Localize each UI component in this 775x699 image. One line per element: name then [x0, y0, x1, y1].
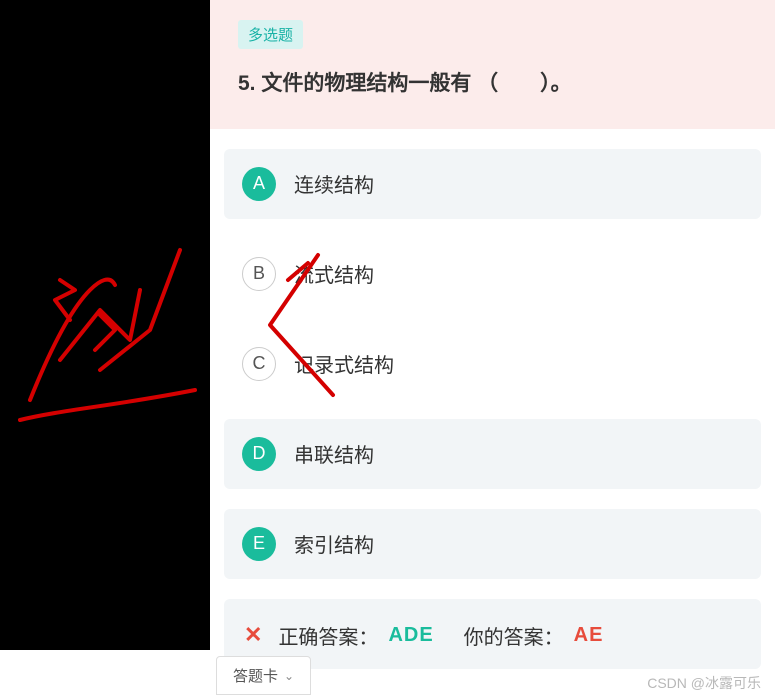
- option-e-badge: E: [242, 527, 276, 561]
- option-c-text: 记录式结构: [294, 349, 394, 378]
- options-list: A 连续结构 B 流式结构 C 记录式结构 D 串联结构 E 索引结构: [210, 129, 775, 579]
- option-a-badge: A: [242, 167, 276, 201]
- option-d[interactable]: D 串联结构: [224, 419, 761, 489]
- option-b[interactable]: B 流式结构: [224, 239, 761, 309]
- chevron-down-icon: ⌄: [284, 669, 294, 683]
- option-c[interactable]: C 记录式结构: [224, 329, 761, 399]
- your-answer-label: 你的答案：: [464, 621, 564, 650]
- option-a-text: 连续结构: [294, 169, 374, 198]
- left-black-area: [0, 0, 210, 650]
- question-header: 多选题 5. 文件的物理结构一般有 （ ）。: [210, 0, 775, 129]
- correct-answer-value: ADE: [388, 624, 433, 647]
- option-d-text: 串联结构: [294, 439, 374, 468]
- your-answer-value: AE: [574, 624, 604, 647]
- option-b-badge: B: [242, 257, 276, 291]
- question-panel: 多选题 5. 文件的物理结构一般有 （ ）。 A 连续结构 B 流式结构 C 记…: [210, 0, 775, 699]
- option-d-badge: D: [242, 437, 276, 471]
- answer-card-button[interactable]: 答题卡 ⌄: [216, 656, 311, 695]
- option-e-text: 索引结构: [294, 529, 374, 558]
- option-a[interactable]: A 连续结构: [224, 149, 761, 219]
- correct-answer-label: 正确答案：: [278, 621, 378, 650]
- watermark-text: CSDN @冰露可乐: [647, 673, 761, 693]
- answer-row: ✕ 正确答案： ADE 你的答案： AE: [244, 621, 741, 650]
- option-c-badge: C: [242, 347, 276, 381]
- wrong-icon: ✕: [244, 622, 262, 648]
- option-e[interactable]: E 索引结构: [224, 509, 761, 579]
- option-b-text: 流式结构: [294, 259, 374, 288]
- question-type-tag: 多选题: [238, 20, 303, 49]
- answer-card-label: 答题卡: [233, 665, 278, 686]
- question-title: 5. 文件的物理结构一般有 （ ）。: [238, 67, 747, 101]
